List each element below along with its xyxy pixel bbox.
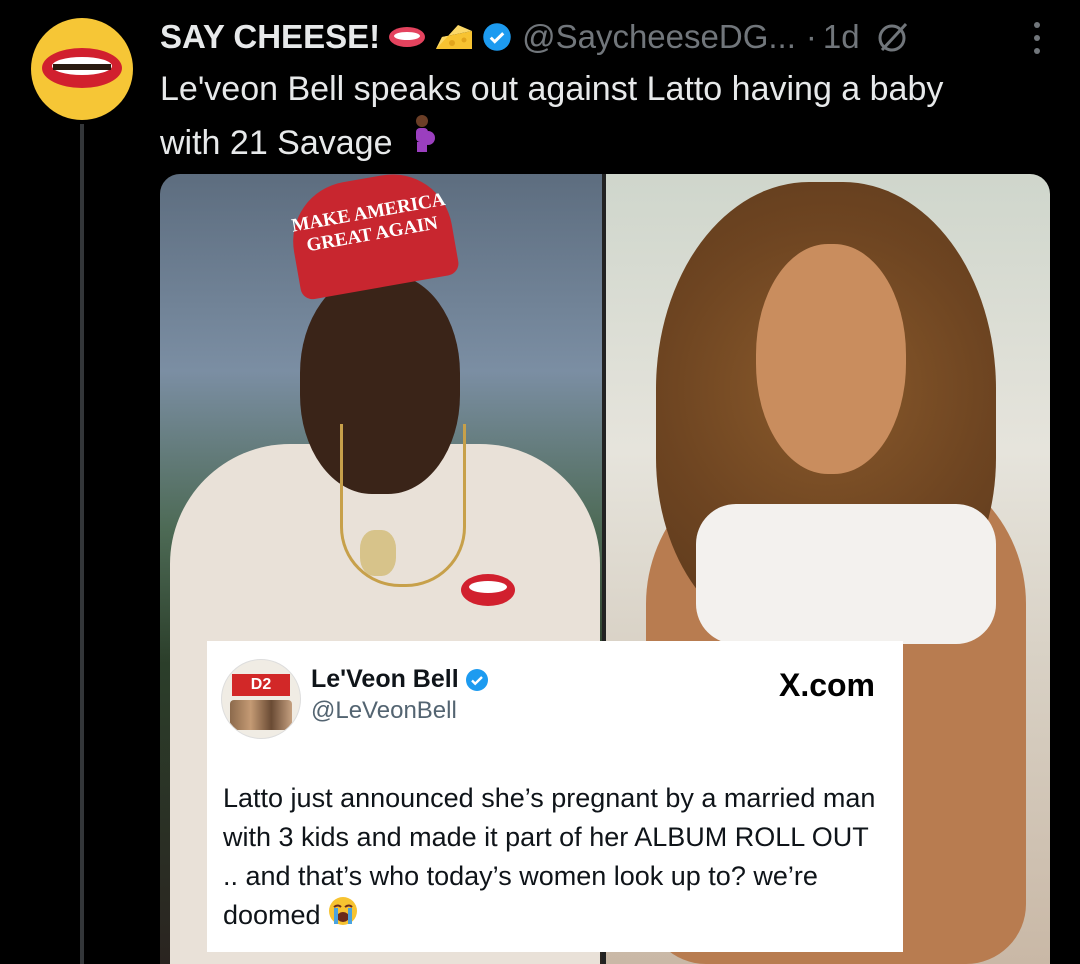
author-avatar[interactable] <box>31 18 133 120</box>
display-name[interactable]: SAY CHEESE! <box>160 18 380 56</box>
x-brand-label: X.com <box>778 667 875 703</box>
pregnant-woman-icon <box>410 114 436 154</box>
verified-badge-icon <box>465 668 488 691</box>
embed-avatar: D2 <box>221 659 301 739</box>
photo-face <box>756 244 906 474</box>
loudly-crying-face-icon <box>328 896 358 937</box>
chain-pendant <box>360 530 396 576</box>
embed-handle: @LeVeonBell <box>311 697 457 724</box>
embed-text: Latto just announced she’s pregnant by a… <box>223 779 883 937</box>
tweet-text-line1: Le'veon Bell speaks out against Latto ha… <box>160 70 944 108</box>
tweet-text-line2: with 21 Savage <box>160 114 1040 168</box>
embed-text-body: Latto just announced she’s pregnant by a… <box>223 783 876 930</box>
tweet-media[interactable]: MAKE AMERICA GREAT AGAIN D2 Le'Veon Bell… <box>160 174 1050 964</box>
timestamp[interactable]: 1d <box>823 18 860 56</box>
author-handle[interactable]: @SaycheeseDG... <box>522 18 796 56</box>
avatar-text: D2 <box>232 674 290 696</box>
watermark-lips-icon <box>461 574 515 606</box>
tweet-header: SAY CHEESE! @SaycheeseDG... · 1d <box>160 12 1060 62</box>
tweet-text: Le'veon Bell speaks out against Latto ha… <box>160 64 1040 168</box>
grok-icon[interactable] <box>876 20 910 54</box>
lips-icon <box>388 25 426 49</box>
maga-hat: MAKE AMERICA GREAT AGAIN <box>283 174 461 302</box>
embed-name-label: Le'Veon Bell <box>311 665 459 693</box>
embedded-tweet-card: D2 Le'Veon Bell @LeVeonBell X.com Latto … <box>207 641 903 952</box>
say-cheese-logo-icon <box>42 48 122 88</box>
gold-chain <box>340 424 466 587</box>
verified-badge-icon <box>482 22 512 52</box>
tweet-text-line2-label: with 21 Savage <box>160 124 393 162</box>
more-options-icon[interactable] <box>1034 22 1040 54</box>
cheese-icon <box>434 21 474 53</box>
avatar-faces <box>230 700 292 730</box>
thread-line <box>80 124 84 964</box>
embed-name: Le'Veon Bell <box>311 665 489 694</box>
separator-dot: · <box>805 18 817 55</box>
photo-lingerie <box>696 504 996 644</box>
